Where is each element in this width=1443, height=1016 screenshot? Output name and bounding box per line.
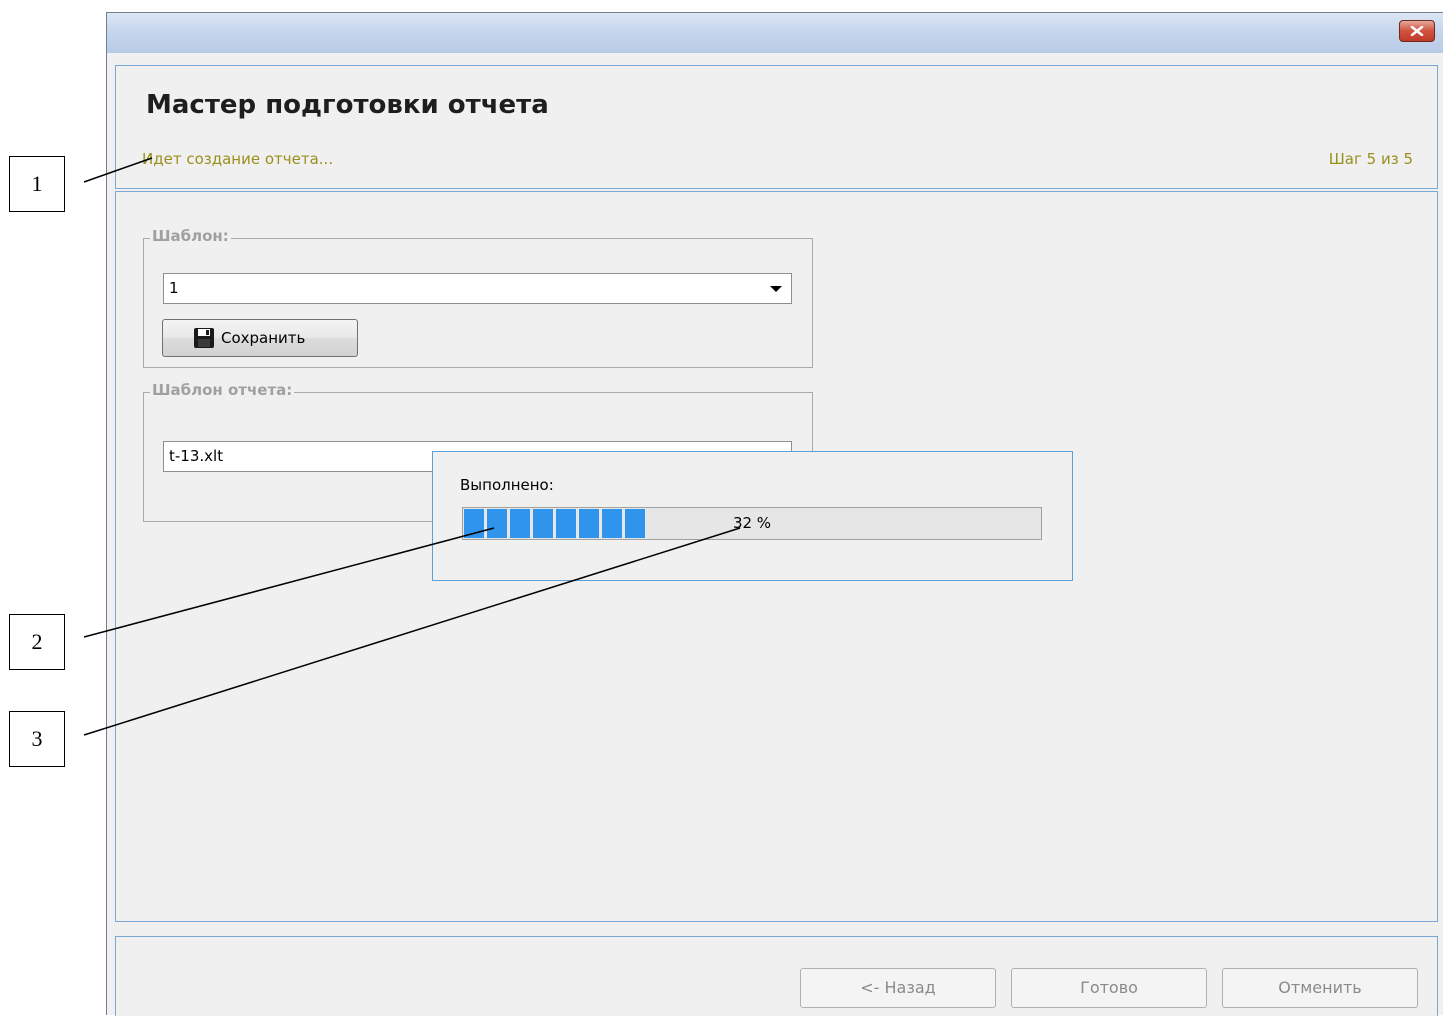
page-title: Мастер подготовки отчета [146,90,549,120]
progress-label: Выполнено: [460,476,554,494]
chevron-down-icon[interactable] [770,286,782,292]
report-template-group-legend: Шаблон отчета: [150,381,295,399]
back-button[interactable]: <- Назад [800,968,996,1008]
close-button[interactable] [1399,20,1435,42]
progress-dialog: Выполнено: 32 % [432,451,1073,581]
floppy-disk-icon [194,328,214,348]
cancel-button[interactable]: Отменить [1222,968,1418,1008]
report-template-value: t-13.xlt [169,447,224,465]
callout-3: 3 [9,711,65,767]
wizard-footer: <- Назад Готово Отменить [115,936,1438,1016]
done-button[interactable]: Готово [1011,968,1207,1008]
callout-1: 1 [9,156,65,212]
save-button-label: Сохранить [221,329,306,347]
close-icon [1410,26,1424,36]
template-group-legend: Шаблон: [150,227,231,245]
title-bar[interactable] [107,13,1443,53]
callout-2: 2 [9,614,65,670]
status-message: Идет создание отчета... [142,150,334,168]
progress-percent: 32 % [732,514,772,532]
progress-bar: 32 % [462,507,1042,540]
wizard-header: Мастер подготовки отчета Идет создание о… [115,65,1438,189]
template-group: Шаблон: 1 Сохранить [143,227,813,368]
template-select[interactable]: 1 [163,273,792,304]
template-select-value: 1 [169,279,179,297]
step-indicator: Шаг 5 из 5 [1328,150,1413,168]
save-button[interactable]: Сохранить [162,319,358,357]
